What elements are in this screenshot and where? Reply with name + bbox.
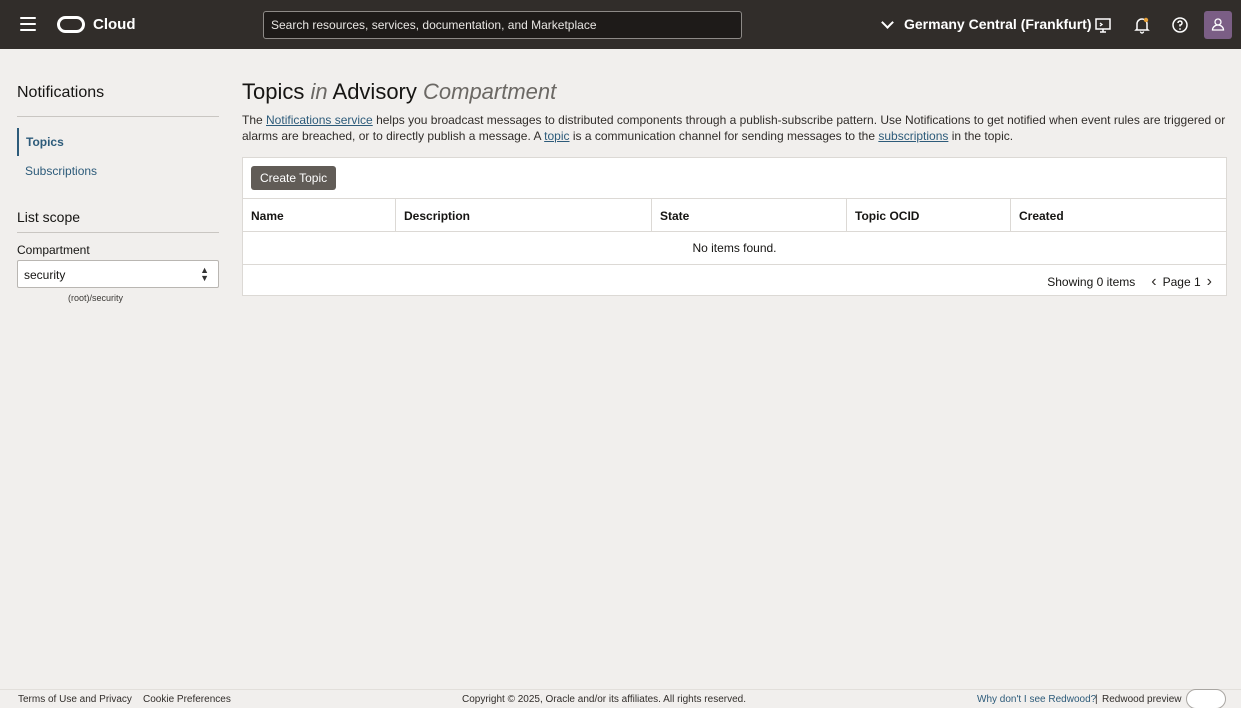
copyright-text: Copyright © 2025, Oracle and/or its affi…: [462, 694, 746, 705]
next-page-icon[interactable]: ›: [1207, 273, 1212, 291]
column-header-created[interactable]: Created: [1011, 199, 1226, 231]
page-footer: Terms of Use and Privacy Cookie Preferen…: [0, 689, 1241, 708]
cookie-preferences-link[interactable]: Cookie Preferences: [143, 694, 231, 705]
column-header-state[interactable]: State: [652, 199, 847, 231]
compartment-path: (root)/security: [68, 293, 124, 303]
desc-text: The: [242, 113, 267, 127]
title-topics: Topics: [242, 79, 305, 104]
redwood-preview-label: Redwood preview: [1102, 694, 1182, 705]
item-count: Showing 0 items: [1047, 275, 1136, 289]
page-description: The Notifications service helps you broa…: [242, 112, 1227, 144]
previous-page-icon[interactable]: ‹: [1151, 273, 1156, 291]
title-compartment-name: Advisory: [332, 79, 417, 104]
notifications-service-link[interactable]: Notifications service: [266, 113, 373, 127]
notification-bell-icon[interactable]: [1133, 16, 1151, 34]
compartment-value: security: [24, 268, 66, 282]
sidebar-item-topics[interactable]: Topics: [17, 128, 219, 156]
subscriptions-link[interactable]: subscriptions: [878, 129, 948, 143]
column-header-topic-ocid[interactable]: Topic OCID: [847, 199, 1011, 231]
column-header-description[interactable]: Description: [396, 199, 652, 231]
region-label: Germany Central (Frankfurt): [904, 16, 1092, 32]
list-scope-title: List scope: [17, 209, 81, 225]
title-in: in: [310, 79, 328, 104]
cloud-shell-icon[interactable]: [1094, 16, 1112, 34]
redwood-preview-toggle[interactable]: [1186, 689, 1226, 708]
topics-table-panel: Create Topic Name Description State Topi…: [242, 157, 1227, 296]
scope-divider: [17, 232, 219, 233]
page-title: Topics in Advisory Compartment: [242, 79, 556, 105]
page-number: Page 1: [1162, 275, 1201, 289]
hamburger-menu-icon[interactable]: [20, 17, 36, 31]
compartment-label: Compartment: [17, 243, 90, 257]
compartment-select[interactable]: security ▲ ▼: [17, 260, 219, 288]
user-avatar[interactable]: [1204, 11, 1232, 39]
up-down-chevron-icon: ▲ ▼: [200, 265, 209, 283]
pagination: Showing 0 items ‹ Page 1 ›: [1047, 273, 1218, 291]
desc-text: in the topic.: [948, 129, 1014, 143]
search-input[interactable]: [263, 11, 742, 39]
user-icon: [1211, 18, 1225, 31]
title-compartment-word: Compartment: [423, 79, 557, 104]
desc-text: is a communication channel for sending m…: [569, 129, 879, 143]
why-redwood-link[interactable]: Why don't I see Redwood?: [977, 694, 1096, 705]
terms-link[interactable]: Terms of Use and Privacy: [18, 694, 132, 705]
toggle-knob: [1189, 692, 1203, 706]
column-header-name[interactable]: Name: [243, 199, 396, 231]
footer-separator: |: [1095, 694, 1098, 705]
table-header: Name Description State Topic OCID Create…: [243, 198, 1226, 232]
top-header: Cloud Germany Central (Frankfurt): [0, 0, 1241, 49]
sidebar-item-subscriptions[interactable]: Subscriptions: [17, 157, 219, 185]
create-topic-button[interactable]: Create Topic: [251, 166, 337, 190]
nav-divider: [17, 116, 219, 117]
region-selector[interactable]: Germany Central (Frankfurt): [880, 15, 1092, 32]
empty-table-message: No items found.: [243, 232, 1226, 265]
help-icon[interactable]: [1171, 16, 1189, 34]
nav-title: Notifications: [17, 84, 105, 101]
brand-name[interactable]: Cloud: [93, 16, 136, 33]
chevron-down-icon: [881, 15, 894, 29]
oracle-logo-icon[interactable]: [57, 16, 85, 33]
topic-link[interactable]: topic: [544, 129, 569, 143]
